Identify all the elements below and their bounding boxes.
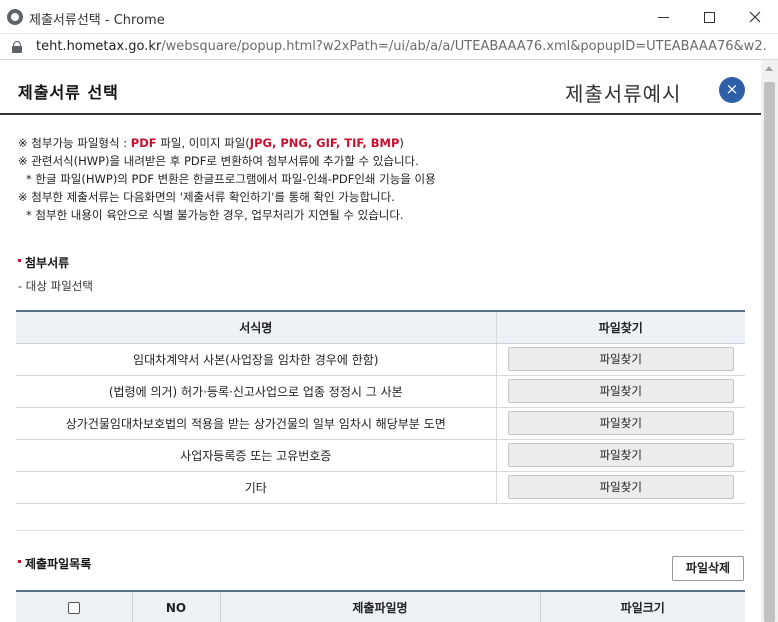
lock-icon bbox=[12, 41, 22, 53]
url-path: /websquare/popup.html?w2xPath=/ui/ab/a/a… bbox=[161, 39, 766, 54]
document-name: 사업자등록증 또는 고유번호증 bbox=[16, 439, 497, 472]
url-text[interactable]: teht.hometax.go.kr/websquare/popup.html?… bbox=[36, 39, 766, 54]
minimize-icon bbox=[657, 16, 669, 18]
find-file-button[interactable]: 파일찾기 bbox=[507, 411, 734, 435]
header-divider bbox=[0, 113, 761, 115]
window-titlebar: 제출서류선택 - Chrome bbox=[0, 0, 778, 34]
vertical-scrollbar[interactable] bbox=[761, 60, 778, 622]
table-row: 사업자등록증 또는 고유번호증 파일찾기 bbox=[16, 439, 745, 472]
url-host: teht.hometax.go.kr bbox=[36, 39, 162, 54]
notice-delay: * 첨부한 내용이 육안으로 식별 불가능한 경우, 업무처리가 지연될 수 있… bbox=[26, 208, 404, 222]
chrome-icon bbox=[7, 9, 23, 25]
table-row: (법령에 의거) 허가·등록·신고사업으로 업종 정정시 그 사본 파일찾기 bbox=[16, 375, 745, 408]
column-header-file-size: 파일크기 bbox=[540, 590, 745, 622]
minimize-button[interactable] bbox=[640, 0, 686, 34]
scroll-up-arrow-icon[interactable] bbox=[765, 66, 773, 71]
window-close-button[interactable] bbox=[732, 0, 778, 34]
window-title: 제출서류선택 - Chrome bbox=[29, 13, 165, 28]
attach-section-title: 첨부서류 bbox=[18, 254, 69, 271]
section-divider bbox=[16, 530, 745, 531]
document-name: (법령에 의거) 허가·등록·신고사업으로 업종 정정시 그 사본 bbox=[16, 375, 497, 408]
find-file-button[interactable]: 파일찾기 bbox=[507, 379, 734, 403]
find-file-button[interactable]: 파일찾기 bbox=[507, 347, 734, 371]
column-header-find-file: 파일찾기 bbox=[496, 310, 745, 344]
popup-close-button[interactable]: × bbox=[719, 77, 745, 103]
find-file-button[interactable]: 파일찾기 bbox=[507, 475, 734, 499]
table-header-row: 서식명 파일찾기 bbox=[16, 310, 745, 344]
notice-hwp-convert: ※ 관련서식(HWP)을 내려받은 후 PDF로 변환하여 첨부서류에 추가할 … bbox=[18, 154, 419, 168]
notice-file-types: ※ 첨부가능 파일형식 : PDF 파일, 이미지 파일(JPG, PNG, G… bbox=[18, 136, 404, 150]
column-header-select-all bbox=[16, 590, 133, 622]
select-all-checkbox[interactable] bbox=[67, 602, 80, 614]
bullet-icon bbox=[18, 259, 21, 262]
notice-hwp-pdf-print: * 한글 파일(HWP)의 PDF 변환은 한글프로그램에서 파일-인쇄-PDF… bbox=[26, 172, 436, 186]
document-name: 상가건물임대차보호법의 적용을 받는 상가건물의 일부 임차시 해당부분 도면 bbox=[16, 407, 497, 440]
submit-section-title: 제출파일목록 bbox=[18, 555, 91, 572]
delete-file-button[interactable]: 파일삭제 bbox=[672, 556, 744, 581]
maximize-icon bbox=[703, 11, 715, 23]
maximize-button[interactable] bbox=[686, 0, 732, 34]
table-row: 기타 파일찾기 bbox=[16, 471, 745, 504]
example-documents-link[interactable]: 제출서류예시 bbox=[565, 78, 681, 107]
notice-confirm: ※ 첨부한 제출서류는 다음화면의 '제출서류 확인하기'를 통해 확인 가능합… bbox=[18, 190, 395, 204]
target-file-label: - 대상 파일선택 bbox=[18, 279, 93, 293]
address-bar[interactable]: teht.hometax.go.kr/websquare/popup.html?… bbox=[0, 34, 778, 60]
scrollbar-thumb[interactable] bbox=[764, 82, 775, 622]
document-name: 기타 bbox=[16, 471, 497, 504]
document-name: 임대차계약서 사본(사업장을 임차한 경우에 한함) bbox=[16, 343, 497, 376]
attach-documents-table: 서식명 파일찾기 임대차계약서 사본(사업장을 임차한 경우에 한함) 파일찾기… bbox=[16, 310, 745, 504]
close-icon bbox=[749, 11, 761, 23]
table-row: 임대차계약서 사본(사업장을 임차한 경우에 한함) 파일찾기 bbox=[16, 343, 745, 376]
table-header-row: NO 제출파일명 파일크기 bbox=[16, 590, 745, 622]
column-header-file-name: 제출파일명 bbox=[220, 590, 541, 622]
column-header-form-name: 서식명 bbox=[16, 310, 497, 344]
find-file-button[interactable]: 파일찾기 bbox=[507, 443, 734, 467]
bullet-icon bbox=[18, 560, 21, 563]
column-header-no: NO bbox=[132, 590, 221, 622]
submit-files-table: NO 제출파일명 파일크기 bbox=[16, 590, 745, 622]
table-row: 상가건물임대차보호법의 적용을 받는 상가건물의 일부 임차시 해당부분 도면 … bbox=[16, 407, 745, 440]
page-title: 제출서류 선택 bbox=[18, 83, 119, 102]
